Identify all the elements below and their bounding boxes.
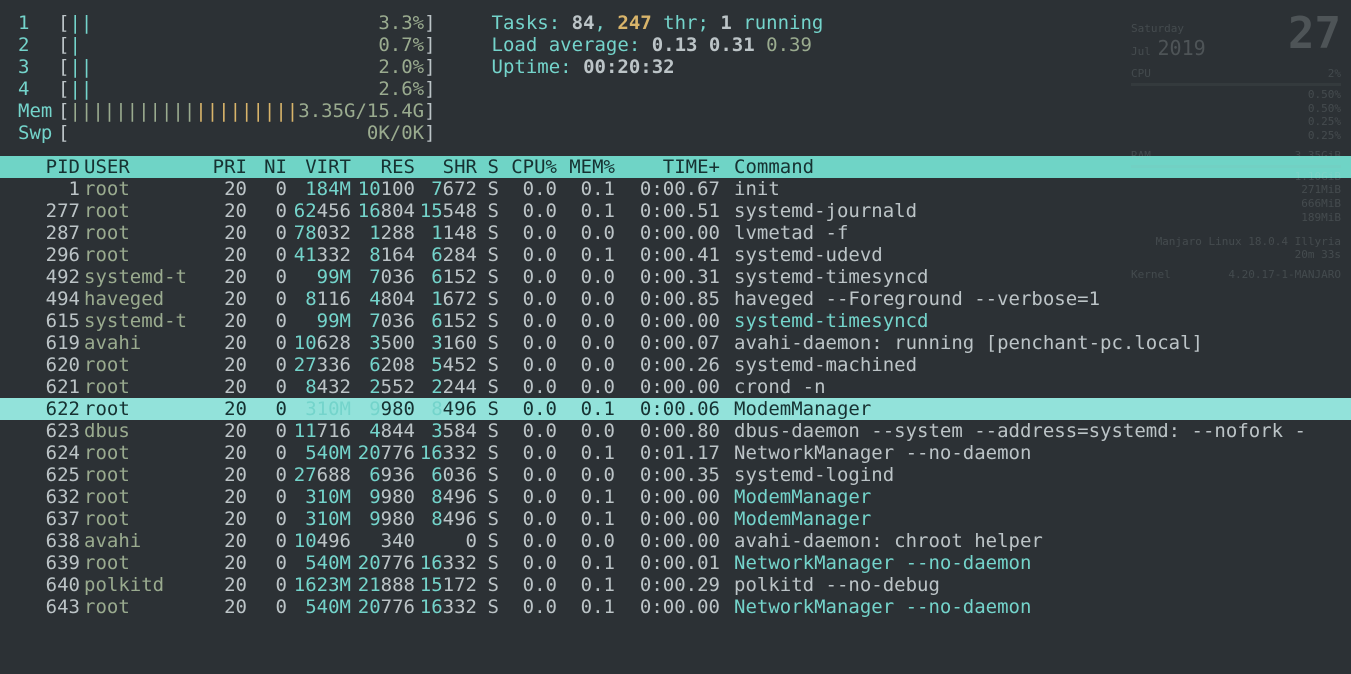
col-cmd[interactable]: Command xyxy=(720,156,814,178)
bracket-right-icon: ] xyxy=(424,12,435,34)
table-row[interactable]: 639root200540M2077616332S0.00.10:00.01Ne… xyxy=(18,552,1333,574)
process-command: ModemManager xyxy=(720,508,871,530)
table-row[interactable]: 622root200310M99808496S0.00.10:00.06Mode… xyxy=(0,398,1351,420)
table-row[interactable]: 615systemd-t20099M70366152S0.00.00:00.00… xyxy=(18,310,1333,332)
table-row[interactable]: 643root200540M2077616332S0.00.10:00.00Ne… xyxy=(18,596,1333,618)
process-command: polkitd --no-debug xyxy=(720,574,940,596)
meters: 1[||3.3%] 2[|0.7%] 3[||2.0%] 4[||2.6%] M… xyxy=(18,12,436,144)
cpu-meter-1: 1[||3.3%] xyxy=(18,12,436,34)
process-command: systemd-udevd xyxy=(720,244,883,266)
tasks-line: Tasks: 84, 247 thr; 1 running xyxy=(492,12,824,34)
col-s[interactable]: S xyxy=(477,156,499,178)
col-virt[interactable]: VIRT xyxy=(287,156,351,178)
process-command: lvmetad -f xyxy=(720,222,848,244)
process-command: NetworkManager --no-daemon xyxy=(720,552,1031,574)
uptime-line: Uptime: 00:20:32 xyxy=(492,56,824,78)
process-command: haveged --Foreground --verbose=1 xyxy=(720,288,1100,310)
load-line: Load average: 0.13 0.31 0.39 xyxy=(492,34,824,56)
col-res[interactable]: RES xyxy=(351,156,415,178)
cpu-meter-2: 2[|0.7%] xyxy=(18,34,436,56)
table-row[interactable]: 640polkitd2001623M2188815172S0.00.10:00.… xyxy=(18,574,1333,596)
process-command: systemd-journald xyxy=(720,200,917,222)
table-row[interactable]: 494haveged200811648041672S0.00.00:00.85h… xyxy=(18,288,1333,310)
col-pid[interactable]: PID xyxy=(18,156,80,178)
bracket-left-icon: [ xyxy=(58,12,69,34)
col-cpu[interactable]: CPU% xyxy=(499,156,557,178)
table-row[interactable]: 637root200310M99808496S0.00.10:00.00Mode… xyxy=(18,508,1333,530)
table-row[interactable]: 624root200540M2077616332S0.00.10:01.17Ne… xyxy=(18,442,1333,464)
process-command: NetworkManager --no-daemon xyxy=(720,596,1031,618)
table-row[interactable]: 638avahi200104963400S0.00.00:00.00avahi-… xyxy=(18,530,1333,552)
mem-meter: Mem[||||||||||||||||||||3.35G/15.4G] xyxy=(18,100,436,122)
table-row[interactable]: 619avahi2001062835003160S0.00.00:00.07av… xyxy=(18,332,1333,354)
stats: Tasks: 84, 247 thr; 1 running Load avera… xyxy=(492,12,824,144)
process-command: systemd-timesyncd xyxy=(720,310,928,332)
col-ni[interactable]: NI xyxy=(247,156,287,178)
col-user[interactable]: USER xyxy=(80,156,199,178)
cpu-meter-3: 3[||2.0%] xyxy=(18,56,436,78)
process-command: NetworkManager --no-daemon xyxy=(720,442,1031,464)
cpu-meter-4: 4[||2.6%] xyxy=(18,78,436,100)
table-row[interactable]: 625root2002768869366036S0.00.00:00.35sys… xyxy=(18,464,1333,486)
col-mem[interactable]: MEM% xyxy=(557,156,615,178)
process-command: avahi-daemon: chroot helper xyxy=(720,530,1043,552)
process-command: ModemManager xyxy=(720,486,871,508)
process-command: dbus-daemon --system --address=systemd: … xyxy=(720,420,1306,442)
process-command: ModemManager xyxy=(720,398,871,420)
table-row[interactable]: 623dbus2001171648443584S0.00.00:00.80dbu… xyxy=(18,420,1333,442)
process-command: systemd-machined xyxy=(720,354,917,376)
col-time[interactable]: TIME+ xyxy=(615,156,720,178)
table-row[interactable]: 621root200843225522244S0.00.00:00.00cron… xyxy=(18,376,1333,398)
process-command: init xyxy=(720,178,780,200)
table-row[interactable]: 632root200310M99808496S0.00.10:00.00Mode… xyxy=(18,486,1333,508)
table-row[interactable]: 620root2002733662085452S0.00.00:00.26sys… xyxy=(18,354,1333,376)
process-command: crond -n xyxy=(720,376,826,398)
conky-widget: SaturdayJul 201927 CPU2% 0.50% 0.50% 0.2… xyxy=(1131,6,1341,282)
process-command: systemd-timesyncd xyxy=(720,266,928,288)
swp-meter: Swp[0K/0K] xyxy=(18,122,436,144)
process-command: avahi-daemon: running [penchant-pc.local… xyxy=(720,332,1203,354)
col-shr[interactable]: SHR xyxy=(415,156,477,178)
process-command: systemd-logind xyxy=(720,464,894,486)
col-pri[interactable]: PRI xyxy=(199,156,247,178)
